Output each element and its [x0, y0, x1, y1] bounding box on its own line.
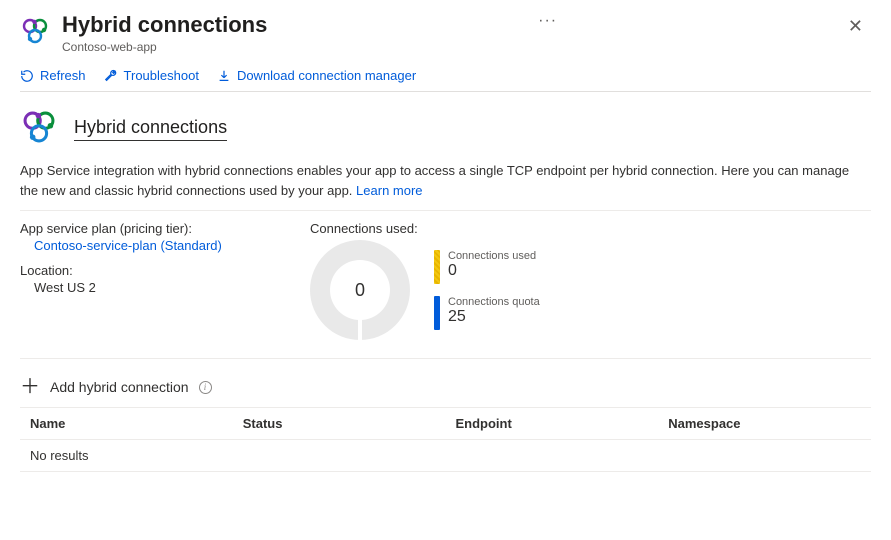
page-title: Hybrid connections	[62, 12, 520, 38]
used-label: Connections used	[448, 250, 536, 262]
col-name[interactable]: Name	[20, 408, 233, 440]
col-namespace[interactable]: Namespace	[658, 408, 871, 440]
plan-link[interactable]: Contoso-service-plan (Standard)	[34, 238, 222, 253]
section-description: App Service integration with hybrid conn…	[20, 161, 860, 200]
quota-swatch	[434, 296, 440, 330]
info-icon[interactable]: i	[199, 381, 212, 394]
empty-message: No results	[20, 440, 871, 472]
blade-header: Hybrid connections Contoso-web-app ··· ✕	[20, 12, 871, 54]
refresh-button[interactable]: Refresh	[20, 68, 86, 83]
donut-value: 0	[355, 280, 365, 301]
section-header: Hybrid connections	[20, 108, 871, 149]
download-label: Download connection manager	[237, 68, 416, 83]
more-actions-button[interactable]: ···	[532, 12, 563, 30]
divider	[20, 210, 871, 211]
section-title: Hybrid connections	[74, 117, 227, 141]
download-button[interactable]: Download connection manager	[217, 68, 416, 83]
plus-icon: ＋	[20, 377, 40, 397]
wrench-icon	[104, 69, 118, 83]
table-row: No results	[20, 440, 871, 472]
connections-legend: Connections used 0 Connections quota 25	[434, 250, 540, 330]
page-subtitle: Contoso-web-app	[62, 40, 520, 54]
command-bar: Refresh Troubleshoot Download connection…	[20, 68, 871, 83]
troubleshoot-button[interactable]: Troubleshoot	[104, 68, 199, 83]
download-icon	[217, 69, 231, 83]
plan-label: App service plan (pricing tier):	[20, 221, 270, 236]
quota-label: Connections quota	[448, 296, 540, 308]
col-endpoint[interactable]: Endpoint	[446, 408, 659, 440]
divider	[20, 358, 871, 359]
location-label: Location:	[20, 263, 270, 278]
quota-value: 25	[448, 308, 540, 326]
connections-label: Connections used:	[310, 221, 540, 236]
location-value: West US 2	[34, 280, 96, 295]
learn-more-link[interactable]: Learn more	[356, 183, 422, 198]
add-label: Add hybrid connection	[50, 379, 189, 395]
connections-table: Name Status Endpoint Namespace No result…	[20, 407, 871, 472]
table-header-row: Name Status Endpoint Namespace	[20, 408, 871, 440]
col-status[interactable]: Status	[233, 408, 446, 440]
refresh-label: Refresh	[40, 68, 86, 83]
used-swatch	[434, 250, 440, 284]
used-value: 0	[448, 262, 536, 280]
hybrid-connections-icon	[20, 108, 58, 149]
divider	[20, 91, 871, 92]
close-button[interactable]: ✕	[840, 12, 871, 41]
hybrid-connections-icon	[20, 16, 50, 49]
add-hybrid-connection-button[interactable]: ＋ Add hybrid connection i	[20, 377, 212, 397]
connections-donut: 0	[310, 240, 410, 340]
troubleshoot-label: Troubleshoot	[124, 68, 199, 83]
refresh-icon	[20, 69, 34, 83]
